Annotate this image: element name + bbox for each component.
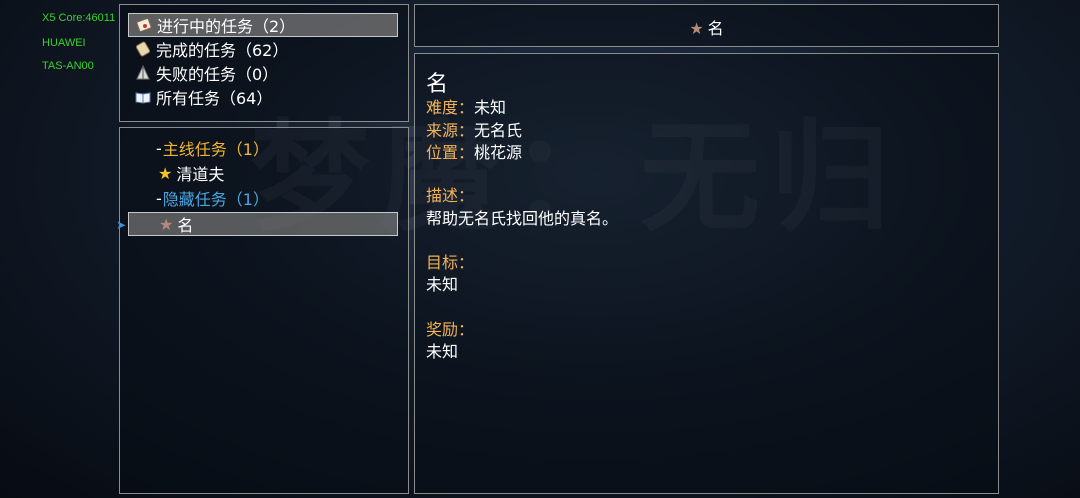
location-value: 桃花源 xyxy=(474,143,523,162)
category-all[interactable]: 所有任务（64） xyxy=(128,85,398,109)
location-row: 位置：桃花源 xyxy=(426,139,522,163)
tree-group-hidden[interactable]: - 隐藏任务（1） xyxy=(156,186,269,210)
quest-item-main[interactable]: ★ 清道夫 xyxy=(158,161,224,185)
device-core-text: X5 Core:46011 xyxy=(42,12,116,24)
group-label-hidden: 隐藏任务（1） xyxy=(162,190,269,209)
source-row: 来源：无名氏 xyxy=(426,117,522,141)
selection-arrow-icon: ➤ xyxy=(116,218,127,232)
category-in-progress[interactable]: 进行中的任务（2） xyxy=(128,13,398,37)
goal-label: 目标： xyxy=(426,253,475,272)
device-brand-text: HUAWEI xyxy=(42,37,86,49)
location-label: 位置： xyxy=(426,143,475,162)
scroll-icon xyxy=(135,16,153,34)
source-value: 无名氏 xyxy=(474,121,523,140)
broken-sail-icon xyxy=(134,64,152,82)
description-label: 描述： xyxy=(426,186,475,205)
bronze-star-icon: ★ xyxy=(159,214,174,234)
collapse-dash-icon: - xyxy=(156,188,162,208)
description-text: 帮助无名氏找回他的真名。 xyxy=(426,209,619,228)
group-label-main: 主线任务（1） xyxy=(162,140,269,159)
quest-detail-panel: 名 难度：未知 来源：无名氏 位置：桃花源 描述： 帮助无名氏找回他的真名。 目… xyxy=(414,53,999,494)
gold-star-icon: ★ xyxy=(158,163,173,183)
category-failed[interactable]: 失败的任务（0） xyxy=(128,61,398,85)
category-label: 所有任务（64） xyxy=(156,89,273,108)
rolled-scroll-icon xyxy=(134,40,152,58)
quest-item-hidden[interactable]: ★ 名 xyxy=(128,212,398,236)
quest-title-text: 名 xyxy=(707,19,724,38)
open-book-icon xyxy=(134,88,152,106)
reward-label: 奖励： xyxy=(426,320,475,339)
goal-value: 未知 xyxy=(426,275,459,294)
collapse-dash-icon: - xyxy=(156,138,162,158)
category-completed[interactable]: 完成的任务（62） xyxy=(128,37,398,61)
category-label: 完成的任务（62） xyxy=(156,41,289,60)
bronze-star-icon: ★ xyxy=(689,19,704,38)
source-label: 来源： xyxy=(426,121,475,140)
quest-label: 清道夫 xyxy=(176,165,225,184)
difficulty-label: 难度： xyxy=(426,98,475,117)
difficulty-row: 难度：未知 xyxy=(426,94,506,118)
quest-category-panel: 进行中的任务（2） 完成的任务（62） 失败的任务（0） 所有任务（64） xyxy=(119,4,409,122)
quest-title-panel: ★ 名 xyxy=(414,4,999,47)
category-label: 失败的任务（0） xyxy=(156,65,279,84)
quest-title: ★ 名 xyxy=(415,15,998,39)
difficulty-value: 未知 xyxy=(474,98,507,117)
reward-value: 未知 xyxy=(426,342,459,361)
quest-label: 名 xyxy=(177,216,194,235)
tree-group-main[interactable]: - 主线任务（1） xyxy=(156,136,269,160)
category-label: 进行中的任务（2） xyxy=(157,17,296,36)
device-model-text: TAS-AN00 xyxy=(42,60,94,72)
